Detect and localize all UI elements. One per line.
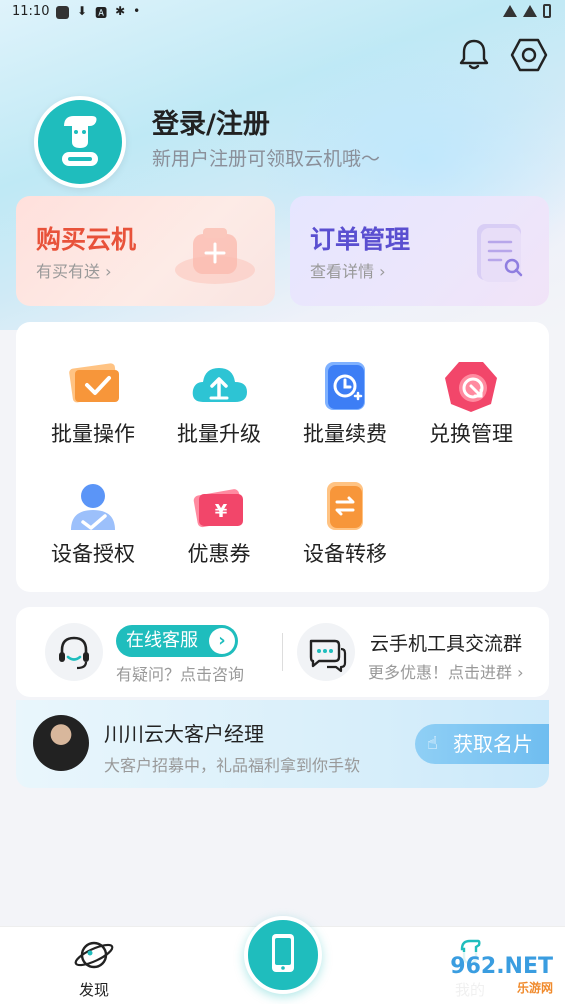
grid-label: 兑换管理 [429, 422, 513, 446]
get-card-button[interactable]: ☝ 获取名片 [415, 724, 549, 764]
status-time: 11:10 [12, 4, 50, 19]
group-title[interactable]: 云手机工具交流群 [370, 629, 522, 656]
avatar[interactable] [34, 96, 126, 188]
watermark-sub: 乐游网 [516, 981, 553, 995]
grid-label: 批量操作 [51, 422, 135, 446]
chat-icon-wrap[interactable] [297, 623, 355, 681]
login-subtitle: 新用户注册可领取云机哦～ [152, 148, 381, 170]
divider [282, 633, 283, 671]
grid-label: 优惠券 [187, 542, 251, 566]
chevron-right-icon: › [209, 628, 235, 654]
status-icons: ⬇ 🅰 ✱ • [56, 4, 140, 21]
status-right [503, 4, 551, 18]
tools-grid: 批量操作 批量升级 批量续费 兑换管理 设备授权 ¥ 优惠券 设备转移 [16, 322, 549, 592]
grid-item-batch-renew[interactable]: 批量续费 [282, 330, 408, 450]
device-transfer-icon [327, 482, 363, 530]
tap-hand-icon: ☝ [427, 733, 438, 754]
grid-item-device-auth[interactable]: 设备授权 [30, 450, 156, 570]
phone-icon [272, 934, 294, 972]
buy-card-subtitle: 有买有送 › [36, 262, 112, 281]
manager-sub: 大客户招募中，礼品福利拿到你手软 [104, 756, 361, 775]
redeem-icon [445, 362, 497, 412]
get-card-label: 获取名片 [453, 732, 533, 756]
device-auth-icon [71, 484, 115, 530]
a-icon: 🅰 [95, 6, 108, 20]
manager-avatar [33, 715, 89, 771]
wifi-icon [503, 5, 517, 17]
status-bar: 11:10 ⬇ 🅰 ✱ • [0, 0, 565, 26]
grid-item-redeem[interactable]: 兑换管理 [408, 330, 534, 450]
login-register-title[interactable]: 登录/注册 [152, 102, 270, 141]
batch-upgrade-icon [192, 368, 247, 402]
settings-icon[interactable] [510, 36, 548, 74]
grid-label: 设备授权 [51, 542, 135, 566]
grid-label: 批量续费 [303, 422, 387, 446]
online-service-label: 在线客服 [126, 630, 198, 651]
coupon-icon: ¥ [193, 489, 243, 528]
service-panel: 在线客服 › 有疑问？点击咨询 云手机工具交流群 更多优惠！点击进群 › [16, 607, 549, 697]
grid-item-batch-operate[interactable]: 批量操作 [30, 330, 156, 450]
order-card-subtitle: 查看详情 › [310, 262, 386, 281]
grid-label: 设备转移 [303, 542, 387, 566]
online-service-sub: 有疑问？点击咨询 [116, 665, 245, 684]
bell-icon[interactable] [456, 36, 492, 72]
headset-icon [59, 636, 89, 670]
download-icon: ⬇ [77, 4, 88, 18]
grid-item-device-transfer[interactable]: 设备转移 [282, 450, 408, 570]
robot-avatar-icon [62, 116, 98, 166]
watermark: 962.NET 乐游网 [444, 952, 559, 998]
buy-cloud-card[interactable]: 购买云机 有买有送 › [16, 196, 275, 306]
order-card-title: 订单管理 [310, 225, 411, 254]
order-manage-card[interactable]: 订单管理 查看详情 › [290, 196, 549, 306]
grid-item-coupon[interactable]: ¥ 优惠券 [156, 450, 282, 570]
cloud-plus-icon [175, 228, 255, 284]
cloud-phone-button[interactable] [244, 916, 322, 994]
manager-name: 川川云大客户经理 [104, 722, 264, 746]
order-doc-icon [477, 224, 523, 282]
planet-icon [74, 941, 114, 969]
dot-icon: • [133, 4, 141, 18]
nav-discover-label: 发现 [78, 981, 109, 999]
headset-icon-wrap[interactable] [45, 623, 103, 681]
batch-operate-icon [69, 363, 119, 403]
svg-text:¥: ¥ [215, 501, 228, 522]
chat-bubbles-icon [309, 639, 347, 673]
online-service-button[interactable]: 在线客服 › [116, 625, 238, 657]
buy-card-title: 购买云机 [36, 225, 137, 254]
account-manager-panel: 川川云大客户经理 大客户招募中，礼品福利拿到你手软 ☝ 获取名片 [16, 700, 549, 788]
battery-icon [543, 4, 551, 18]
grid-item-batch-upgrade[interactable]: 批量升级 [156, 330, 282, 450]
grid-label: 批量升级 [177, 422, 261, 446]
signal-icon [523, 5, 537, 17]
watermark-text: 962.NET [450, 954, 553, 979]
batch-renew-icon [325, 362, 365, 410]
app-status-icon [56, 6, 69, 19]
nav-discover[interactable]: 发现 [64, 933, 124, 999]
group-sub[interactable]: 更多优惠！点击进群 › [368, 659, 524, 683]
notify-icon: ✱ [115, 4, 126, 18]
